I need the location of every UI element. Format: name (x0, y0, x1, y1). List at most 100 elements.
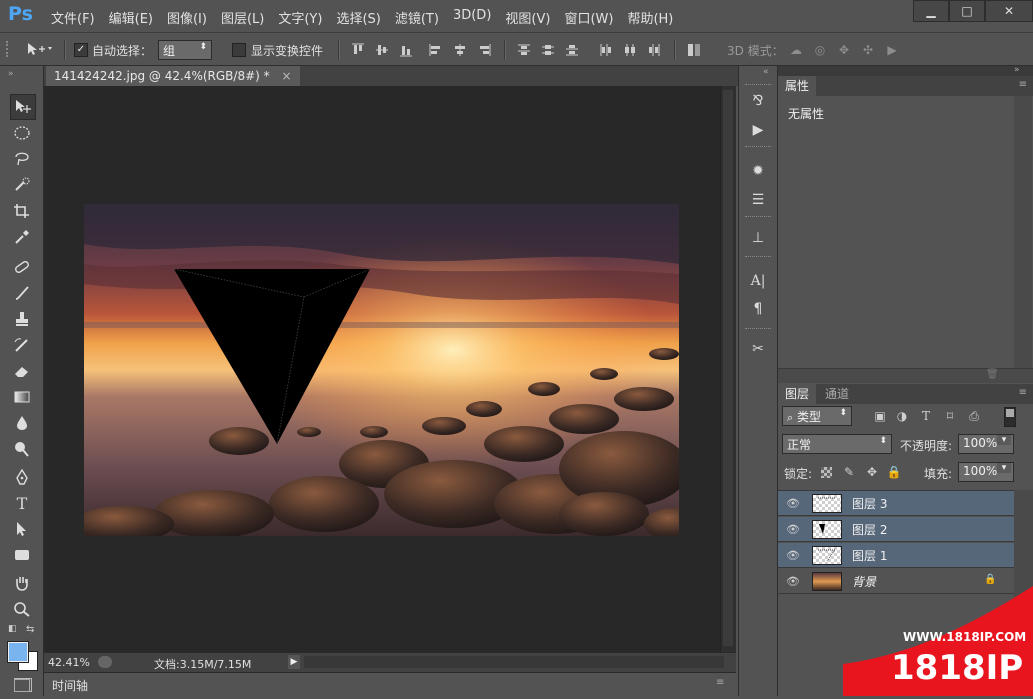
blur-icon[interactable] (10, 411, 34, 435)
visibility-eye-icon[interactable]: 👁 (786, 497, 800, 510)
healing-brush-icon[interactable] (10, 255, 34, 279)
panel-menu-icon[interactable]: ≡ (1019, 79, 1027, 90)
distribute-hcenter-icon[interactable] (622, 42, 638, 58)
menu-help[interactable]: 帮助(H) (620, 8, 680, 27)
opacity-input[interactable]: 100% ▾ (958, 434, 1014, 454)
horizontal-scrollbar[interactable] (304, 656, 724, 668)
status-info-icon[interactable] (98, 656, 112, 668)
tool-presets-icon[interactable]: ✂ (747, 339, 769, 359)
options-grip[interactable] (6, 41, 14, 57)
collapse-arrows-icon[interactable]: » (8, 69, 14, 79)
lock-all-icon[interactable]: 🔒 (886, 464, 902, 480)
auto-select-dropdown[interactable]: 组 ⬍ (158, 40, 212, 60)
menu-3d[interactable]: 3D(D) (446, 8, 498, 27)
layer-name[interactable]: 图层 2 (852, 521, 887, 538)
gradient-icon[interactable] (10, 385, 34, 409)
auto-align-icon[interactable] (686, 42, 702, 58)
layer-row[interactable]: 👁 图层 3 (778, 491, 1014, 516)
dodge-icon[interactable] (10, 437, 34, 461)
layers-tab[interactable]: 图层 (778, 384, 817, 404)
menu-window[interactable]: 窗口(W) (557, 8, 620, 27)
zoom-tool-icon[interactable] (10, 597, 34, 621)
3d-rotate-icon[interactable]: ☁ (788, 42, 804, 58)
layer-row[interactable]: 👁 图层 2 (778, 517, 1014, 542)
actions-play-icon[interactable]: ▶ (747, 120, 769, 140)
scrollbar-thumb[interactable] (723, 90, 733, 646)
dock-grip[interactable] (745, 146, 771, 149)
3d-drag-icon[interactable]: ✥ (836, 42, 852, 58)
distribute-vcenter-icon[interactable] (540, 42, 556, 58)
character-icon[interactable]: A| (747, 271, 769, 291)
fill-input[interactable]: 100% ▾ (958, 462, 1014, 482)
panel-menu-icon[interactable]: ≡ (716, 677, 724, 688)
align-hcenter-icon[interactable] (452, 42, 468, 58)
align-right-icon[interactable] (476, 42, 492, 58)
brush-presets-icon[interactable]: ✹ (747, 161, 769, 181)
brush-icon[interactable] (10, 281, 34, 305)
filter-type-icon[interactable]: T (918, 408, 934, 424)
clone-source-icon[interactable]: ⊥ (747, 228, 769, 248)
collapse-dock-icon[interactable]: « (763, 67, 769, 77)
3d-roll-icon[interactable]: ◎ (812, 42, 828, 58)
minimize-button[interactable]: ▁ (913, 0, 949, 22)
show-transform-checkbox[interactable] (232, 43, 246, 57)
pen-icon[interactable] (10, 465, 34, 489)
status-menu-arrow-icon[interactable]: ▶ (288, 655, 300, 669)
filter-pixel-icon[interactable]: ▣ (872, 408, 888, 424)
filter-smart-object-icon[interactable]: ⎙ (966, 408, 982, 424)
align-vcenter-icon[interactable] (374, 42, 390, 58)
chevron-down-icon[interactable]: ▾ (997, 435, 1011, 445)
path-selection-icon[interactable] (10, 517, 34, 541)
visibility-eye-icon[interactable]: 👁 (786, 575, 800, 588)
visibility-eye-icon[interactable]: 👁 (786, 549, 800, 562)
hand-tool-icon[interactable] (10, 571, 34, 595)
filter-adjustment-icon[interactable]: ◑ (894, 408, 910, 424)
rectangle-shape-icon[interactable] (10, 543, 34, 567)
align-left-icon[interactable] (428, 42, 444, 58)
distribute-bottom-icon[interactable] (564, 42, 580, 58)
chevron-down-icon[interactable]: ▾ (997, 463, 1011, 473)
align-top-icon[interactable] (350, 42, 366, 58)
menu-edit[interactable]: 编辑(E) (102, 8, 160, 27)
panel-menu-icon[interactable]: ≡ (1019, 387, 1027, 398)
close-tab-icon[interactable]: × (281, 69, 291, 83)
filter-shape-icon[interactable]: ⌑ (942, 408, 958, 424)
channels-tab[interactable]: 通道 (818, 384, 856, 404)
align-bottom-icon[interactable] (398, 42, 414, 58)
menu-filter[interactable]: 滤镜(T) (388, 8, 446, 27)
screen-mode-icon[interactable] (14, 679, 30, 692)
canvas-area[interactable] (44, 86, 720, 652)
layer-filter-dropdown[interactable]: ⌕ 类型 ⬍ (782, 406, 852, 426)
elliptical-marquee-icon[interactable] (10, 121, 34, 145)
menu-layer[interactable]: 图层(L) (214, 8, 271, 27)
dock-grip[interactable] (745, 328, 771, 331)
eraser-icon[interactable] (10, 359, 34, 383)
distribute-top-icon[interactable] (516, 42, 532, 58)
move-tool-preset-icon[interactable] (24, 41, 54, 57)
menu-view[interactable]: 视图(V) (498, 8, 557, 27)
maximize-button[interactable]: □ (949, 0, 985, 22)
crop-icon[interactable] (10, 199, 34, 223)
clone-stamp-icon[interactable] (10, 307, 34, 331)
swap-colors-icon[interactable]: ⇆ (26, 624, 34, 635)
properties-tab[interactable]: 属性 (778, 76, 817, 96)
delete-icon[interactable]: 🗑 (986, 369, 999, 380)
layer-row[interactable]: 👁 图层 1 (778, 543, 1014, 568)
menu-file[interactable]: 文件(F) (44, 8, 102, 27)
paragraph-icon[interactable]: ¶ (747, 299, 769, 319)
layer-name[interactable]: 图层 1 (852, 547, 887, 564)
lock-transparent-icon[interactable] (821, 467, 832, 478)
zoom-level[interactable]: 42.41% (48, 656, 90, 669)
menu-select[interactable]: 选择(S) (329, 8, 387, 27)
eyedropper-icon[interactable] (10, 225, 34, 249)
move-tool-icon[interactable] (10, 94, 36, 120)
vertical-scrollbar[interactable] (720, 86, 736, 652)
history-icon[interactable]: ⅋ (747, 91, 769, 111)
3d-slide-icon[interactable]: ✣ (860, 42, 876, 58)
foreground-color-swatch[interactable] (7, 641, 29, 663)
close-button[interactable]: ✕ (985, 0, 1033, 22)
quick-selection-icon[interactable] (10, 173, 34, 197)
auto-select-checkbox[interactable]: ✓ (74, 43, 88, 57)
lasso-icon[interactable] (10, 147, 34, 171)
menu-image[interactable]: 图像(I) (160, 8, 214, 27)
